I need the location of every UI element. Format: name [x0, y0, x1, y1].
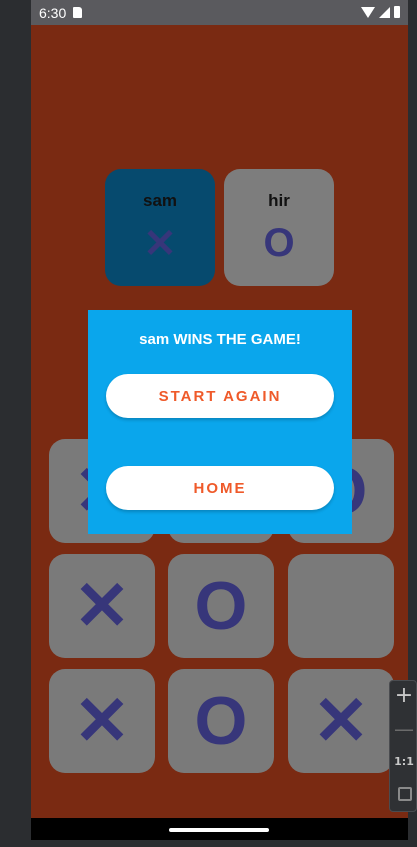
player-card-2: hir O	[224, 169, 334, 286]
board-cell-2-2[interactable]: ✕	[288, 669, 394, 773]
battery-icon	[394, 6, 400, 18]
board-cell-2-0[interactable]: ✕	[49, 669, 155, 773]
status-icons	[361, 6, 400, 18]
fit-screen-icon[interactable]	[398, 787, 412, 801]
emulator-zoom-toolbar: + — 1:1	[389, 680, 417, 812]
player-card-1: sam ✕	[105, 169, 215, 286]
board-cell-1-0[interactable]: ✕	[49, 554, 155, 658]
board-cell-2-1[interactable]: O	[168, 669, 274, 773]
home-button[interactable]: HOME	[106, 466, 334, 510]
winner-message: sam WINS THE GAME!	[139, 331, 301, 348]
actual-size-button[interactable]: 1:1	[390, 755, 417, 768]
start-again-button[interactable]: START AGAIN	[106, 374, 334, 418]
navigation-bar	[31, 818, 408, 840]
board-cell-1-1[interactable]: O	[168, 554, 274, 658]
board-cell-1-2[interactable]	[288, 554, 394, 658]
emulator-frame: 6:30 sam ✕ hir O ✕ O O ✕ O ✕ O ✕ sam WIN…	[0, 0, 417, 847]
zoom-in-icon[interactable]: +	[390, 683, 417, 708]
zoom-out-icon[interactable]: —	[390, 717, 417, 741]
status-time: 6:30	[39, 5, 67, 21]
winner-dialog: sam WINS THE GAME! START AGAIN HOME	[88, 310, 352, 534]
phone-screen: 6:30 sam ✕ hir O ✕ O O ✕ O ✕ O ✕ sam WIN…	[31, 0, 408, 840]
sd-card-icon	[73, 7, 82, 18]
signal-icon	[379, 6, 390, 18]
player-2-symbol: O	[263, 221, 295, 265]
player-2-name: hir	[268, 191, 290, 210]
status-bar: 6:30	[31, 0, 408, 25]
player-1-symbol: ✕	[143, 222, 177, 266]
player-1-name: sam	[142, 191, 178, 210]
home-gesture-pill[interactable]	[169, 828, 269, 832]
wifi-icon	[361, 6, 375, 18]
